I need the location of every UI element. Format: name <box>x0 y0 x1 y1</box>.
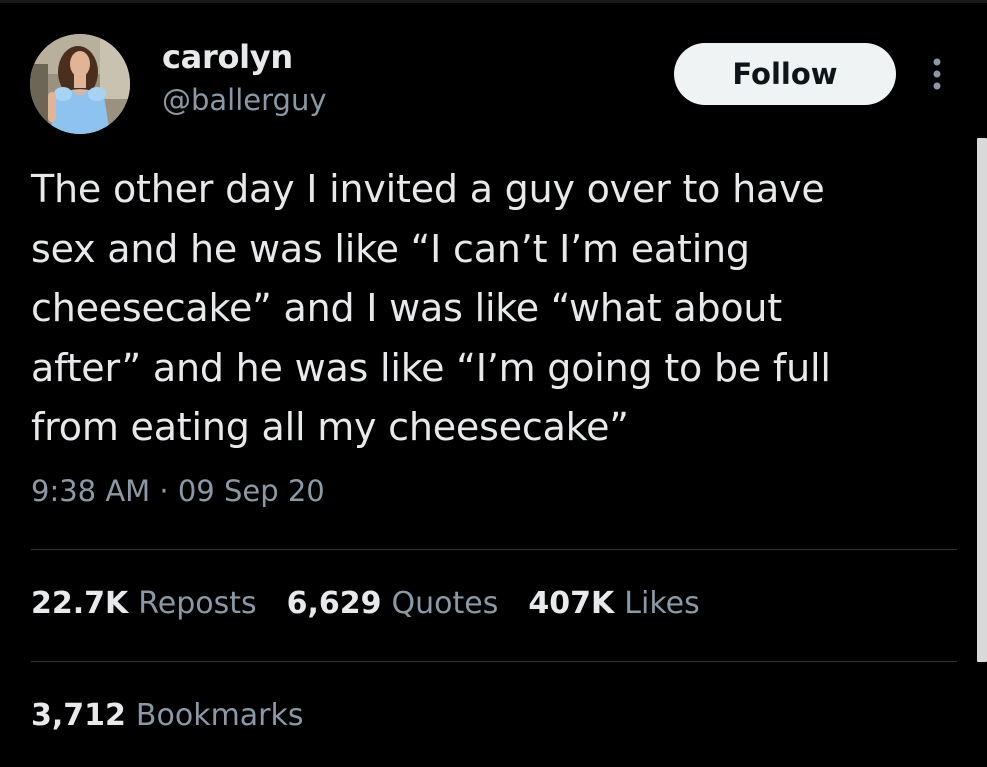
engagement-stats: 22.7K Reposts 6,629 Quotes 407K Likes <box>31 586 730 621</box>
follow-button[interactable]: Follow <box>674 43 896 105</box>
more-vertical-icon <box>933 58 941 90</box>
display-name[interactable]: carolyn <box>162 38 293 76</box>
divider <box>31 549 957 550</box>
tweet-text: The other day I invited a guy over to ha… <box>31 167 831 449</box>
quotes-label: Quotes <box>391 586 499 621</box>
reposts-count: 22.7K <box>31 586 129 621</box>
tweet-timestamp[interactable]: 9:38 AM · 09 Sep 20 <box>31 474 325 508</box>
reposts-stat[interactable]: 22.7K Reposts <box>31 586 257 621</box>
reposts-label: Reposts <box>138 586 257 621</box>
bookmarks-count: 3,712 <box>31 698 126 733</box>
divider <box>31 661 957 662</box>
bookmarks-stat[interactable]: 3,712 Bookmarks <box>31 698 304 733</box>
more-options-button[interactable] <box>920 54 954 94</box>
bookmarks-label: Bookmarks <box>135 698 304 733</box>
likes-label: Likes <box>624 586 700 621</box>
scrollbar[interactable] <box>977 138 987 662</box>
avatar-photo <box>30 34 130 134</box>
quotes-stat[interactable]: 6,629 Quotes <box>287 586 499 621</box>
quotes-count: 6,629 <box>286 586 382 621</box>
avatar[interactable] <box>30 34 130 134</box>
likes-stat[interactable]: 407K Likes <box>528 586 699 621</box>
top-edge-divider <box>0 0 987 3</box>
user-handle[interactable]: @ballerguy <box>162 83 327 117</box>
likes-count: 407K <box>528 586 615 621</box>
